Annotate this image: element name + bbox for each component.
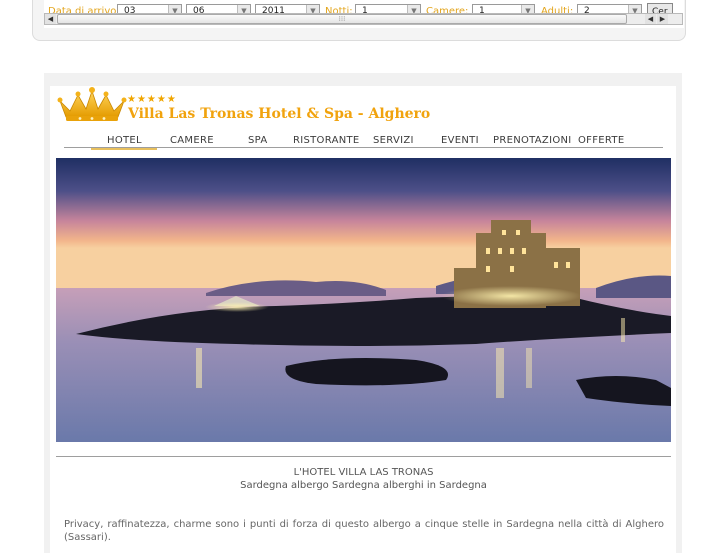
section-title: L'HOTEL VILLA LAS TRONAS <box>293 467 434 478</box>
scroll-left-icon[interactable]: ◀ <box>645 14 656 24</box>
section-subtitle: Sardegna albergo Sardegna alberghi in Sa… <box>240 480 487 491</box>
scrollbar-thumb[interactable]: ⁞⁞⁞ <box>57 14 627 24</box>
nav-item-servizi[interactable]: SERVIZI <box>373 135 414 146</box>
hero-photo <box>56 158 671 442</box>
nav-item-ristorante[interactable]: RISTORANTE <box>293 135 360 146</box>
site-title[interactable]: Villa Las Tronas Hotel & Spa - Alghero <box>128 106 430 122</box>
nav-item-offerte[interactable]: OFFERTE <box>578 135 624 146</box>
star-rating: ★★★★★ <box>127 94 177 105</box>
nav-item-prenotazioni[interactable]: PRENOTAZIONI <box>493 135 572 146</box>
nav-item-camere[interactable]: CAMERE <box>170 135 214 146</box>
nav-item-spa[interactable]: SPA <box>248 135 267 146</box>
nav-active-indicator <box>91 148 157 150</box>
horizontal-scrollbar[interactable]: ◀ ⁞⁞⁞ ◀ ▶ <box>44 13 683 25</box>
nav-item-hotel[interactable]: HOTEL <box>107 135 142 146</box>
scroll-left-icon[interactable]: ◀ <box>45 14 56 24</box>
intro-paragraph: Privacy, raffinatezza, charme sono i pun… <box>64 519 664 543</box>
nav-item-eventi[interactable]: EVENTI <box>441 135 479 146</box>
content-divider <box>56 456 671 457</box>
crown-logo-icon <box>57 87 127 121</box>
scroll-right-icon[interactable]: ▶ <box>657 14 668 24</box>
